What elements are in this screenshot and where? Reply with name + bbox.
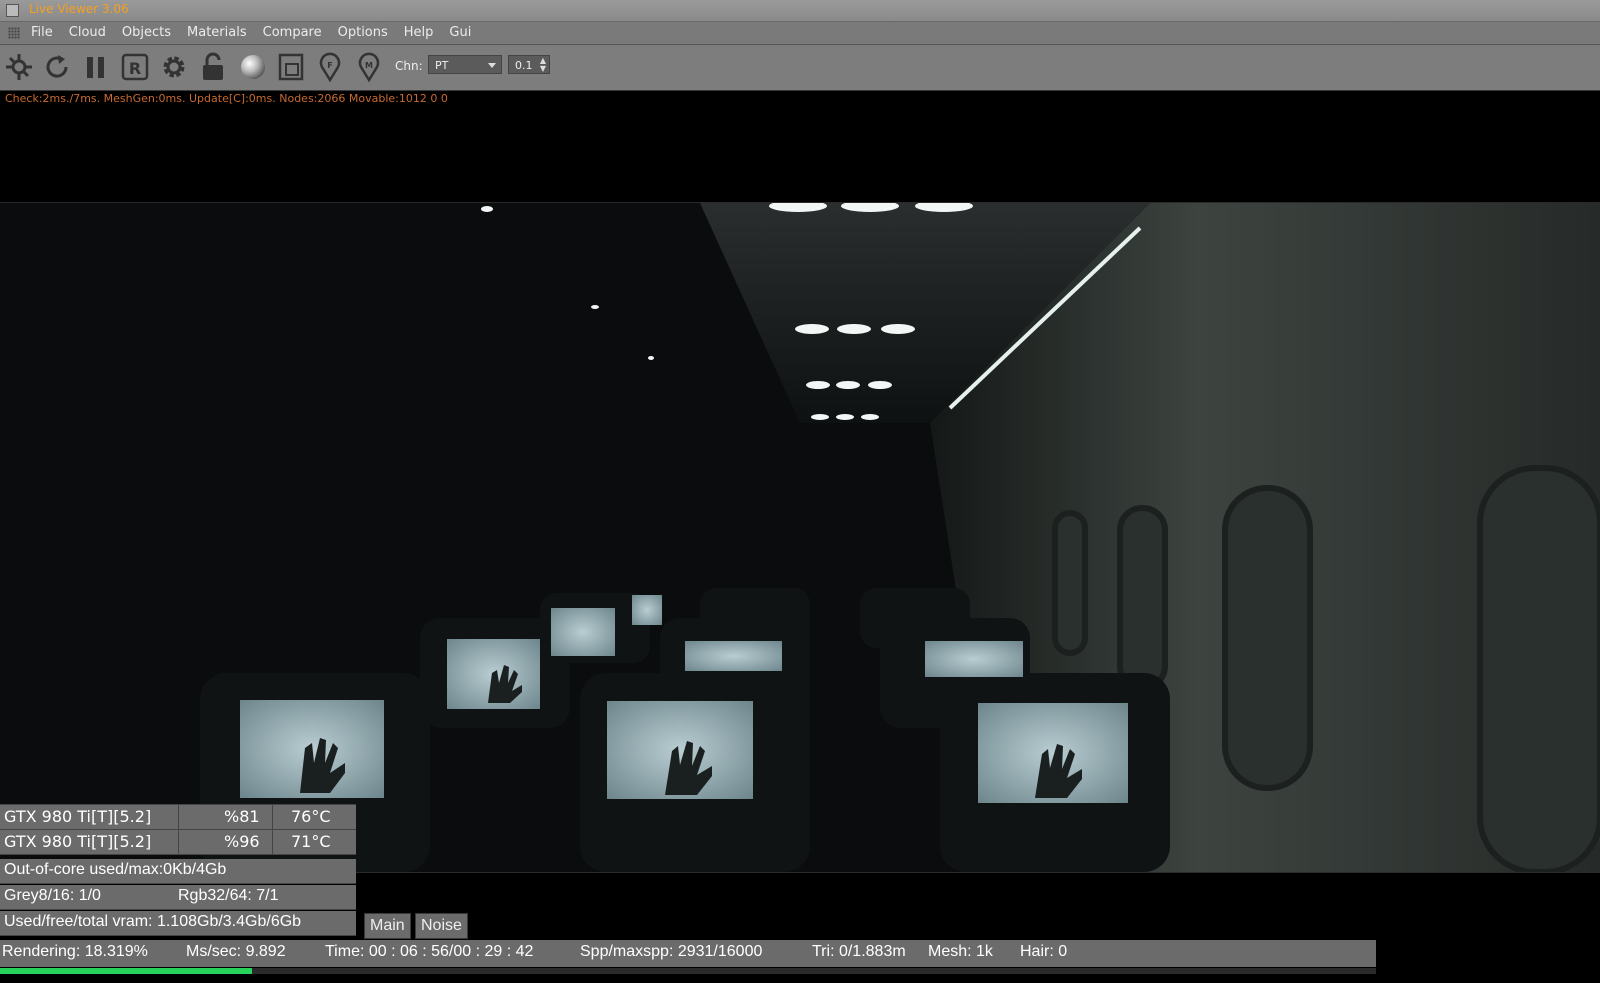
out-of-core-row: Out-of-core used/max:0Kb/4Gb bbox=[0, 859, 356, 884]
material-picker-icon: M bbox=[358, 52, 380, 83]
gpu-usage: %96 bbox=[224, 832, 260, 851]
channel-value: PT bbox=[435, 59, 449, 72]
out-of-core-value: 0Kb/4Gb bbox=[163, 861, 227, 878]
hair-label: Hair: bbox=[1020, 943, 1059, 960]
settings-gear-icon bbox=[163, 56, 185, 78]
restart-button[interactable]: R bbox=[120, 51, 150, 83]
channel-select[interactable]: PT bbox=[428, 55, 502, 74]
step-spinbox[interactable]: 0.1 ▲ ▼ bbox=[508, 55, 550, 74]
tri-value: 0/1.883m bbox=[838, 943, 906, 960]
render-progress-fill bbox=[0, 968, 253, 974]
lock-button[interactable] bbox=[198, 51, 228, 83]
reset-icon bbox=[46, 55, 68, 78]
menu-options[interactable]: Options bbox=[338, 25, 388, 40]
focus-picker-button[interactable]: F bbox=[315, 51, 345, 83]
gpu-temp: 71°C bbox=[291, 832, 331, 851]
reset-button[interactable] bbox=[42, 51, 72, 83]
pause-icon bbox=[87, 57, 104, 78]
gpu-row: GTX 980 Ti[T][5.2] %96 71°C bbox=[0, 829, 356, 855]
sphere-icon bbox=[241, 55, 265, 79]
hair-value: 0 bbox=[1058, 943, 1068, 960]
vram-value: 1.108Gb/3.4Gb/6Gb bbox=[156, 913, 302, 930]
toolbar: R F M Chn: PT 0.1 ▲ ▼ bbox=[0, 45, 1600, 91]
svg-text:M: M bbox=[365, 61, 373, 70]
menu-file[interactable]: File bbox=[31, 25, 53, 40]
recenter-button[interactable] bbox=[4, 51, 34, 83]
mesh-value: 1k bbox=[976, 943, 993, 960]
step-value: 0.1 bbox=[515, 59, 533, 72]
chevron-down-icon bbox=[488, 63, 496, 68]
time-value: 00 : 06 : 56/00 : 29 : 42 bbox=[368, 943, 534, 960]
app-icon[interactable] bbox=[6, 4, 19, 17]
rendering-label: Rendering: bbox=[2, 943, 85, 960]
stats-line: Check:2ms./7ms. MeshGen:0ms. Update[C]:0… bbox=[5, 92, 448, 105]
lock-icon bbox=[203, 52, 223, 80]
menu-materials[interactable]: Materials bbox=[187, 25, 247, 40]
menu-help[interactable]: Help bbox=[404, 25, 434, 40]
rgb-value: 7/1 bbox=[256, 887, 279, 904]
spp-label: Spp/maxspp: bbox=[580, 943, 678, 960]
svg-text:R: R bbox=[129, 59, 141, 78]
gpu-name: GTX 980 Ti[T][5.2] bbox=[4, 807, 152, 826]
time-label: Time: bbox=[325, 943, 369, 960]
menu-compare[interactable]: Compare bbox=[263, 25, 322, 40]
vram-row: Used/free/total vram: 1.108Gb/3.4Gb/6Gb bbox=[0, 911, 356, 936]
texture-count-row: Grey8/16: 1/0 Rgb32/64: 7/1 bbox=[0, 885, 356, 910]
menu-gui[interactable]: Gui bbox=[449, 25, 471, 40]
title-bar: Live Viewer 3.06 bbox=[0, 0, 1600, 22]
grey-label: Grey8/16: bbox=[4, 887, 79, 904]
sphere-button[interactable] bbox=[238, 51, 268, 83]
region-icon bbox=[278, 53, 304, 81]
menu-cloud[interactable]: Cloud bbox=[69, 25, 106, 40]
out-of-core-label: Out-of-core used/max: bbox=[4, 861, 164, 878]
render-image bbox=[0, 203, 1600, 872]
menu-objects[interactable]: Objects bbox=[122, 25, 171, 40]
svg-text:F: F bbox=[327, 61, 332, 70]
tab-noise[interactable]: Noise bbox=[415, 913, 468, 939]
mssec-label: Ms/sec: bbox=[186, 943, 246, 960]
material-picker-button[interactable]: M bbox=[354, 51, 384, 83]
pause-button[interactable] bbox=[81, 51, 111, 83]
tri-label: Tri: bbox=[812, 943, 839, 960]
menu-grip-icon bbox=[8, 27, 20, 39]
tab-main[interactable]: Main bbox=[364, 913, 411, 939]
gpu-name: GTX 980 Ti[T][5.2] bbox=[4, 832, 152, 851]
focus-picker-icon: F bbox=[319, 52, 341, 83]
rgb-label: Rgb32/64: bbox=[178, 887, 257, 904]
spp-value: 2931/16000 bbox=[677, 943, 763, 960]
mssec-value: 9.892 bbox=[245, 943, 286, 960]
gpu-usage: %81 bbox=[224, 807, 260, 826]
mesh-label: Mesh: bbox=[928, 943, 977, 960]
recenter-icon bbox=[6, 54, 32, 80]
rendering-value: 18.319% bbox=[84, 943, 148, 960]
vram-label: Used/free/total vram: bbox=[4, 913, 157, 930]
grey-value: 1/0 bbox=[78, 887, 101, 904]
gpu-row: GTX 980 Ti[T][5.2] %81 76°C bbox=[0, 804, 356, 830]
spin-arrows-icon[interactable]: ▲ ▼ bbox=[540, 57, 546, 73]
settings-button[interactable] bbox=[159, 51, 189, 83]
window-title: Live Viewer 3.06 bbox=[29, 2, 129, 16]
gpu-temp: 76°C bbox=[291, 807, 331, 826]
render-progress-bar bbox=[0, 968, 1376, 974]
channel-label: Chn: bbox=[395, 59, 423, 73]
menu-bar: File Cloud Objects Materials Compare Opt… bbox=[0, 22, 1600, 45]
render-viewport[interactable] bbox=[0, 202, 1600, 873]
status-bar: Rendering: 18.319% Ms/sec: 9.892 Time: 0… bbox=[0, 940, 1376, 967]
restart-icon: R bbox=[121, 53, 149, 81]
region-button[interactable] bbox=[276, 51, 306, 83]
